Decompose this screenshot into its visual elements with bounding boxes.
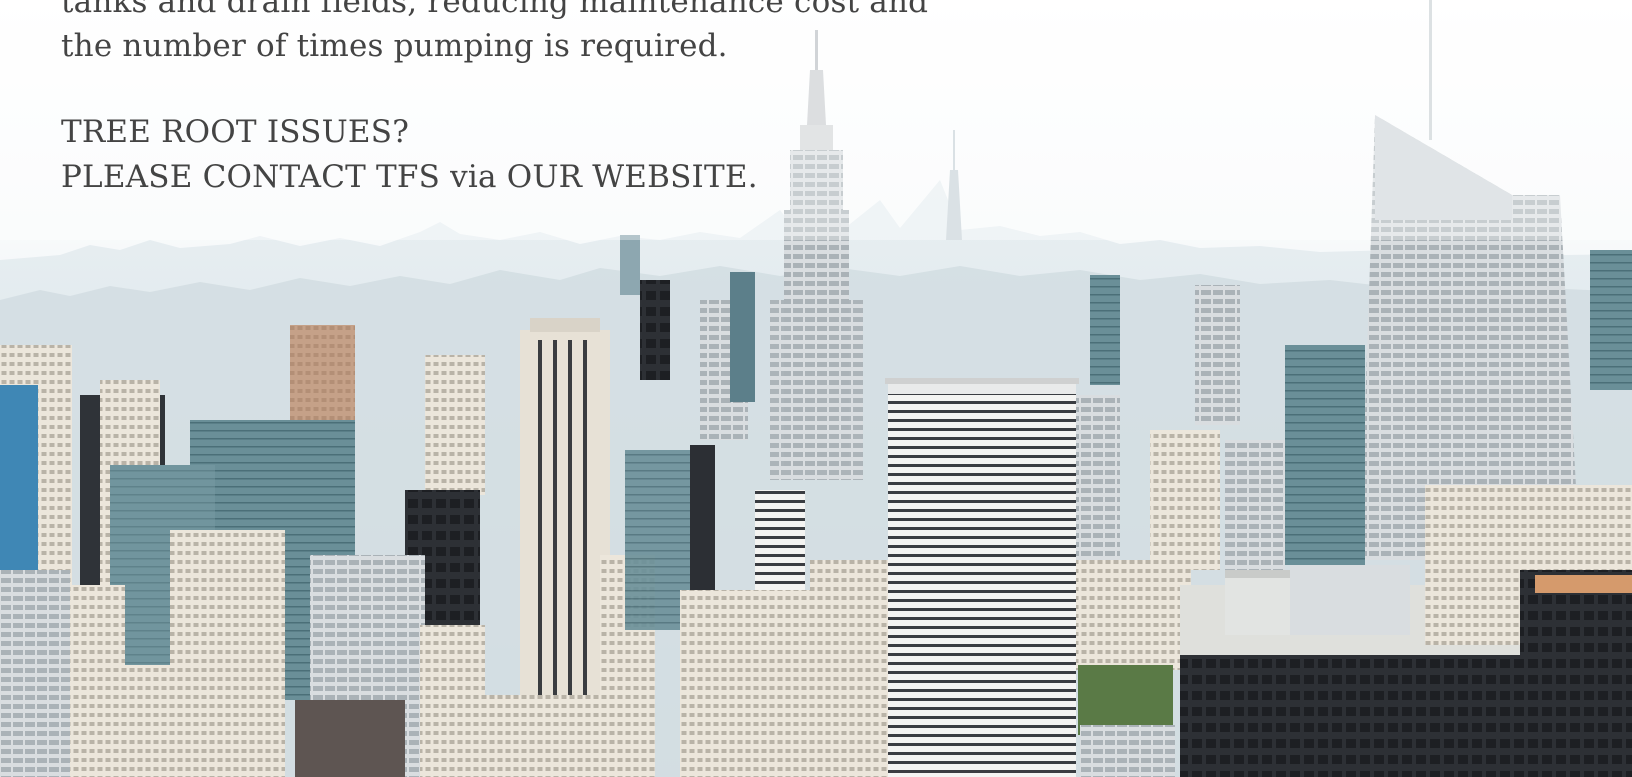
page: tanks and drain fields, reducing mainten… bbox=[0, 0, 1632, 777]
tree-root-heading: TREE ROOT ISSUES? bbox=[61, 114, 410, 150]
content-text: tanks and drain fields, reducing mainten… bbox=[61, 0, 1061, 200]
striped-office-tower bbox=[885, 378, 1079, 777]
contact-line: PLEASE CONTACT TFS via OUR WEBSITE. bbox=[61, 159, 758, 195]
intro-line-1: tanks and drain fields, reducing mainten… bbox=[61, 0, 929, 20]
contact-callout: TREE ROOT ISSUES? PLEASE CONTACT TFS via… bbox=[61, 110, 1061, 200]
intro-line-2: the number of times pumping is required. bbox=[61, 28, 728, 64]
